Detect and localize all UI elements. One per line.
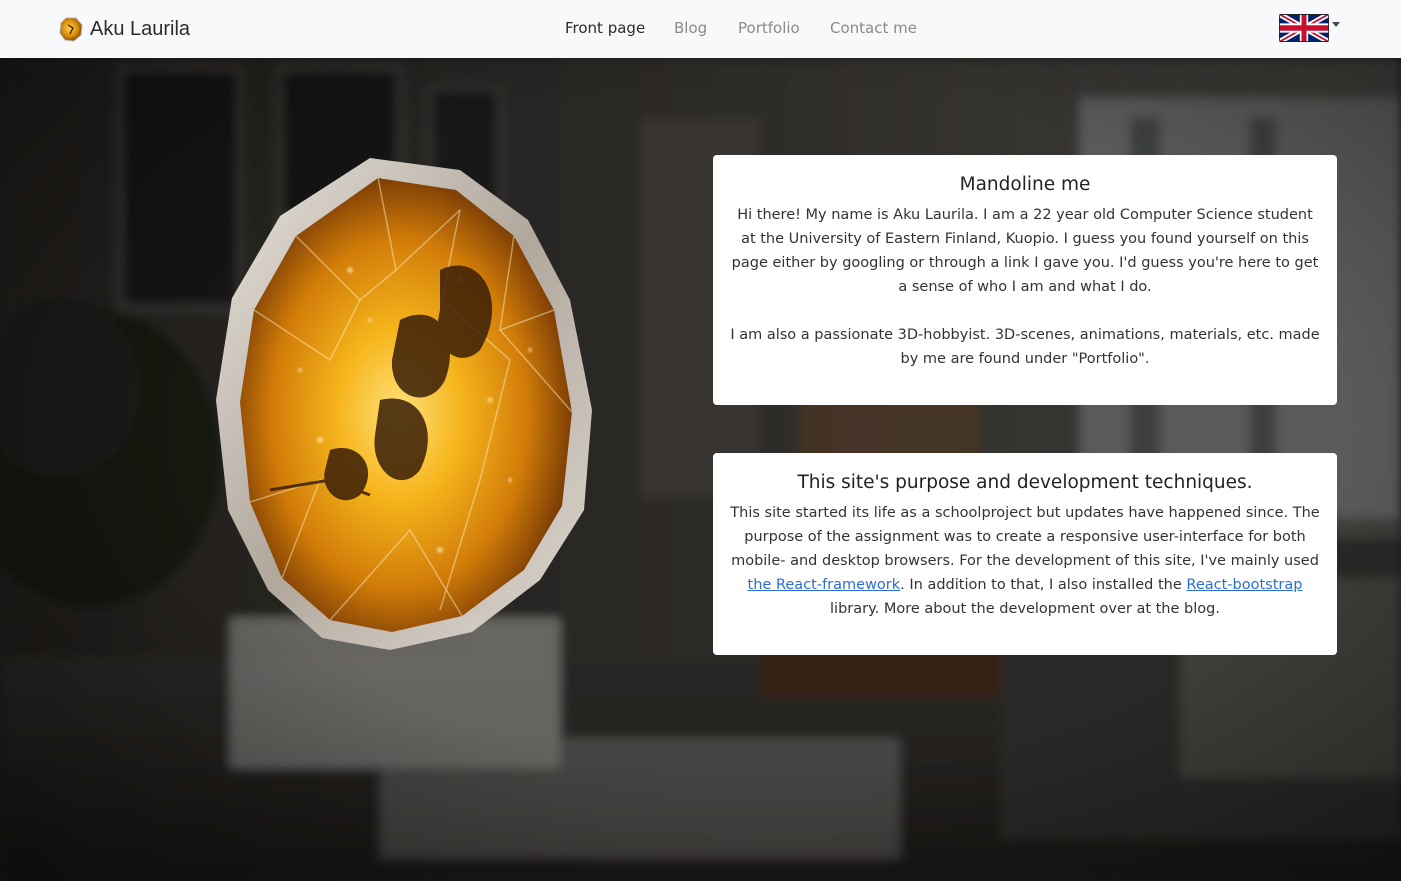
chevron-down-icon (1332, 21, 1340, 27)
about-card: Mandoline me Hi there! My name is Aku La… (713, 155, 1337, 405)
purpose-text-part2: . In addition to that, I also installed … (900, 577, 1187, 593)
nav-blog[interactable]: Blog (674, 19, 707, 37)
purpose-text-part3: library. More about the development over… (830, 601, 1220, 617)
purpose-card: This site's purpose and development tech… (713, 453, 1337, 655)
language-dropdown[interactable] (1279, 14, 1340, 42)
brand-link[interactable]: Aku Laurila (58, 14, 190, 44)
nav-links: Front page Blog Portfolio Contact me (0, 0, 1401, 58)
react-framework-link[interactable]: the React-framework (748, 577, 901, 593)
amber-render (216, 158, 592, 650)
purpose-card-title: This site's purpose and development tech… (797, 472, 1253, 493)
nav-front-page[interactable]: Front page (565, 19, 645, 37)
nav-portfolio[interactable]: Portfolio (738, 19, 800, 37)
about-card-title: Mandoline me (959, 174, 1091, 195)
navbar: Aku Laurila Front page Blog Portfolio Co… (0, 0, 1401, 58)
amber-logo-icon (59, 17, 83, 42)
nav-contact-me[interactable]: Contact me (830, 19, 917, 37)
purpose-text-part1: This site started its life as a schoolpr… (730, 505, 1320, 569)
about-card-intro: Hi there! My name is Aku Laurila. I am a… (731, 207, 1319, 295)
brand-name: Aku Laurila (90, 17, 191, 40)
about-card-hobby: I am also a passionate 3D-hobbyist. 3D-s… (730, 327, 1320, 367)
purpose-card-text: This site started its life as a schoolpr… (729, 501, 1321, 621)
uk-flag-icon (1279, 14, 1329, 42)
react-bootstrap-link[interactable]: React-bootstrap (1186, 577, 1302, 593)
